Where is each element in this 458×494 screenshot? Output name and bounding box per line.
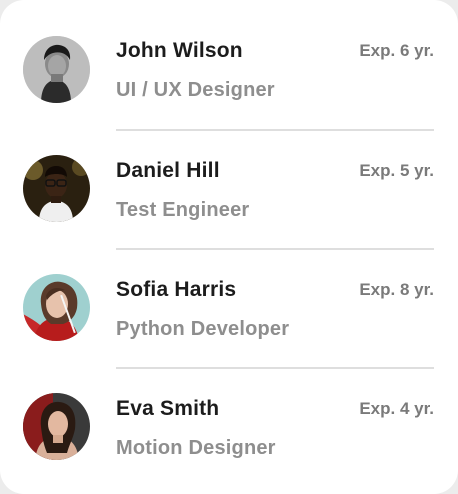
- employee-name: John Wilson: [116, 39, 243, 62]
- person-photo-icon: [23, 274, 90, 341]
- avatar: [23, 274, 90, 341]
- employee-role: UI / UX Designer: [116, 79, 275, 101]
- person-photo-icon: [23, 393, 90, 460]
- list-item-daniel-hill[interactable]: Daniel Hill Test Engineer Exp. 5 yr.: [0, 130, 458, 250]
- employee-experience: Exp. 8 yr.: [359, 280, 434, 299]
- employee-role: Motion Designer: [116, 437, 276, 459]
- employee-role: Python Developer: [116, 318, 290, 340]
- employee-experience: Exp. 5 yr.: [359, 161, 434, 180]
- employee-experience: Exp. 4 yr.: [359, 399, 434, 418]
- person-photo-icon: [23, 155, 90, 222]
- employee-name: Daniel Hill: [116, 159, 220, 182]
- employee-list: John Wilson UI / UX Designer Exp. 6 yr.: [0, 0, 458, 487]
- avatar: [23, 393, 90, 460]
- avatar: [23, 36, 90, 103]
- list-item-sofia-harris[interactable]: Sofia Harris Python Developer Exp. 8 yr.: [0, 249, 458, 369]
- employee-role: Test Engineer: [116, 199, 250, 221]
- avatar: [23, 155, 90, 222]
- employee-name: Eva Smith: [116, 397, 220, 420]
- person-photo-icon: [23, 36, 90, 103]
- employee-name: Sofia Harris: [116, 278, 237, 301]
- employee-list-card: John Wilson UI / UX Designer Exp. 6 yr.: [0, 0, 458, 494]
- list-item-john-wilson[interactable]: John Wilson UI / UX Designer Exp. 6 yr.: [0, 0, 458, 131]
- list-item-eva-smith[interactable]: Eva Smith Motion Designer Exp. 4 yr.: [0, 368, 458, 487]
- employee-experience: Exp. 6 yr.: [359, 41, 434, 60]
